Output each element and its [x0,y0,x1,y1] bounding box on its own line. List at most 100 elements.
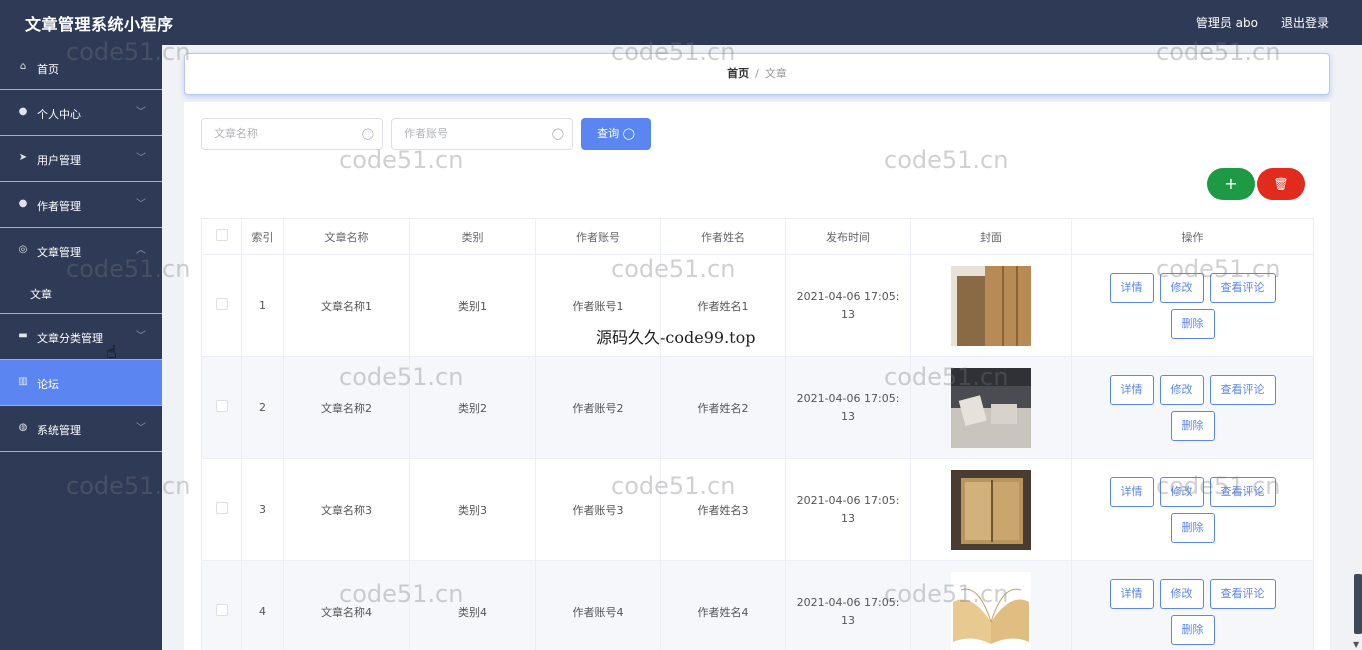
cell-index: 3 [241,458,284,561]
scroll-down-icon[interactable]: ▼ [1353,640,1359,649]
delete-button[interactable]: 删除 [1170,308,1215,339]
row-actions: 详情 修改 查看评论 删除 [1072,578,1313,645]
content-panel: ◯ ◯ 查询 ◯ + 🗑 索引 文章名称 类别 作者账号 作者姓名 [184,102,1330,650]
batch-delete-button[interactable]: 🗑 [1257,168,1305,200]
cell-account: 作者账号4 [535,560,661,650]
row-actions: 详情 修改 查看评论 删除 [1072,476,1313,543]
home-icon: ⌂ [19,61,27,72]
sidebar-item-forum[interactable]: ▥ 论坛 [0,360,162,406]
column-header: 发布时间 [785,218,911,255]
breadcrumb-current: 文章 [764,67,787,80]
cell-title: 文章名称1 [283,254,410,357]
breadcrumb-separator: / [755,67,759,80]
compass-icon: ◎ [18,244,28,255]
chevron-down-icon: ﹀ [136,423,146,434]
cell-name: 作者姓名3 [660,458,786,561]
account-search-box[interactable]: ◯ [391,118,573,150]
column-header: 操作 [1071,218,1314,255]
column-header: 作者姓名 [660,218,786,255]
chevron-up-icon: ︿ [136,245,146,256]
sidebar-subitem-label: 文章 [30,288,52,301]
account-search-input[interactable] [404,127,544,140]
breadcrumb-home[interactable]: 首页 [727,67,749,80]
detail-button[interactable]: 详情 [1109,476,1154,507]
cell-name: 作者姓名4 [660,560,786,650]
detail-button[interactable]: 详情 [1109,578,1154,609]
edit-button[interactable]: 修改 [1159,272,1204,303]
delete-button[interactable]: 删除 [1170,410,1215,441]
top-bar: 文章管理系统小程序 管理员 abo 退出登录 [0,0,1362,45]
row-checkbox[interactable] [215,502,228,514]
logout-link[interactable]: 退出登录 [1281,14,1329,31]
app-title: 文章管理系统小程序 [25,15,174,34]
cell-index: 4 [241,560,284,650]
sidebar: ⌂ 首页 ● 个人中心 ﹀ ➤ 用户管理 ﹀ ● 作者管理 ﹀ ◎ 文章管理 ︿… [0,45,162,650]
sidebar-item-users[interactable]: ➤ 用户管理 ﹀ [0,136,162,182]
scrollbar-thumb[interactable] [1354,574,1362,634]
table-row: 3 文章名称3 类别3 作者账号3 作者姓名3 2021-04-06 17:05… [201,458,1314,561]
sidebar-item-label: 用户管理 [37,154,81,167]
column-header: 文章名称 [283,218,410,255]
cover-image [951,571,1031,650]
cell-category: 类别1 [409,254,536,357]
breadcrumb: 首页 / 文章 [184,53,1330,95]
row-checkbox[interactable] [215,298,228,310]
select-all-header[interactable] [201,218,242,255]
view-comments-button[interactable]: 查看评论 [1209,476,1276,507]
sidebar-subitem-article[interactable]: 文章 [0,274,162,314]
query-button-label: 查询 [597,127,620,140]
cell-title: 文章名称2 [283,356,410,459]
search-icon: ◯ [622,127,635,140]
cover-image [951,265,1031,346]
cell-index: 2 [241,356,284,459]
sidebar-item-articles[interactable]: ◎ 文章管理 ︿ [0,228,162,274]
cell-category: 类别3 [409,458,536,561]
cell-time: 2021-04-06 17:05:13 [785,356,911,459]
query-button[interactable]: 查询 ◯ [581,118,651,150]
sidebar-item-categories[interactable]: ▬ 文章分类管理 ﹀ [0,314,162,360]
detail-button[interactable]: 详情 [1109,272,1154,303]
cell-category: 类别4 [409,560,536,650]
sidebar-item-label: 文章管理 [37,246,81,259]
monitor-icon: ▬ [18,330,28,341]
sidebar-item-system[interactable]: ◍ 系统管理 ﹀ [0,406,162,452]
cell-title: 文章名称4 [283,560,410,650]
view-comments-button[interactable]: 查看评论 [1209,374,1276,405]
sidebar-item-authors[interactable]: ● 作者管理 ﹀ [0,182,162,228]
articles-table: 索引 文章名称 类别 作者账号 作者姓名 发布时间 封面 操作 1 文章名称1 … [201,218,1314,650]
cell-time: 2021-04-06 17:05:13 [785,254,911,357]
view-comments-button[interactable]: 查看评论 [1209,578,1276,609]
cell-category: 类别2 [409,356,536,459]
column-header: 类别 [409,218,536,255]
edit-button[interactable]: 修改 [1159,578,1204,609]
column-header: 索引 [241,218,284,255]
sidebar-item-home[interactable]: ⌂ 首页 [0,45,162,90]
main-content: 首页 / 文章 ◯ ◯ 查询 ◯ + 🗑 索引 文章名称 类别 [162,45,1362,650]
add-button[interactable]: + [1207,168,1255,200]
title-search-input[interactable] [214,127,354,140]
title-search-box[interactable]: ◯ [201,118,383,150]
edit-button[interactable]: 修改 [1159,476,1204,507]
select-all-checkbox[interactable] [215,229,228,241]
delete-button[interactable]: 删除 [1170,512,1215,543]
cell-index: 1 [241,254,284,357]
sidebar-item-profile[interactable]: ● 个人中心 ﹀ [0,90,162,136]
cover-image [951,367,1031,448]
mic-icon: ◍ [18,422,28,433]
row-checkbox[interactable] [215,400,228,412]
chevron-down-icon: ﹀ [136,331,146,342]
search-icon: ◯ [361,127,374,140]
cell-name: 作者姓名2 [660,356,786,459]
row-checkbox[interactable] [215,604,228,616]
sidebar-item-label: 论坛 [37,378,59,391]
current-user: 管理员 abo [1195,16,1258,30]
detail-button[interactable]: 详情 [1109,374,1154,405]
delete-button[interactable]: 删除 [1170,614,1215,645]
sidebar-item-label: 作者管理 [37,200,81,213]
chevron-down-icon: ﹀ [136,199,146,210]
edit-button[interactable]: 修改 [1159,374,1204,405]
table-row: 1 文章名称1 类别1 作者账号1 作者姓名1 2021-04-06 17:05… [201,254,1314,357]
view-comments-button[interactable]: 查看评论 [1209,272,1276,303]
cell-account: 作者账号3 [535,458,661,561]
send-icon: ➤ [18,152,28,163]
